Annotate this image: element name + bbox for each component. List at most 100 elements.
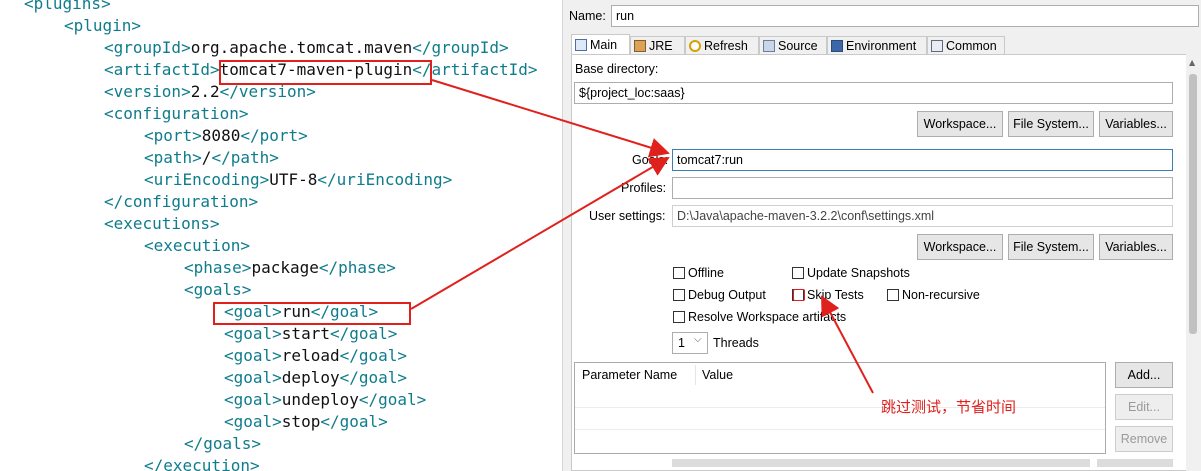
parameters-table[interactable]: Parameter Name Value bbox=[574, 362, 1106, 454]
tab-source[interactable]: Source bbox=[759, 36, 827, 54]
debug-output-checkbox[interactable] bbox=[673, 289, 685, 301]
xml-open-tag: <goals> bbox=[184, 280, 252, 299]
skip-tests-highlight-box bbox=[793, 289, 805, 301]
scrollbar-thumb[interactable] bbox=[1189, 74, 1197, 334]
xml-close-tag: </phase> bbox=[318, 258, 396, 277]
chevron-down-icon: ⌵ bbox=[694, 334, 702, 345]
base-directory-input[interactable]: ${project_loc:saas} bbox=[574, 82, 1173, 104]
code-line: </execution> bbox=[144, 455, 260, 471]
add-parameter-button[interactable]: Add... bbox=[1115, 362, 1173, 388]
code-line: <goals> bbox=[184, 279, 251, 301]
code-line: <execution> bbox=[144, 235, 250, 257]
tab-environment[interactable]: Environment bbox=[827, 36, 927, 54]
horizontal-scrollbar-right[interactable] bbox=[1097, 459, 1173, 467]
xml-text: org.apache.tomcat.maven bbox=[190, 38, 413, 57]
base-dir-variables-button[interactable]: Variables... bbox=[1099, 111, 1173, 137]
code-line: <executions> bbox=[104, 213, 220, 235]
xml-open-tag: <uriEncoding> bbox=[144, 170, 270, 189]
debug-output-label: Debug Output bbox=[688, 288, 766, 302]
jre-icon bbox=[634, 39, 646, 52]
tab-jre[interactable]: JRE bbox=[630, 36, 685, 54]
tab-label: Refresh bbox=[704, 38, 748, 53]
code-line: <goal>undeploy</goal> bbox=[224, 389, 426, 411]
xml-text: deploy bbox=[281, 368, 340, 387]
tab-label: JRE bbox=[649, 38, 673, 53]
table-row-divider bbox=[575, 407, 1105, 408]
xml-open-tag: <port> bbox=[144, 126, 202, 145]
tab-main[interactable]: Main bbox=[571, 34, 630, 55]
profiles-input[interactable] bbox=[672, 177, 1173, 199]
xml-open-tag: <goal> bbox=[224, 346, 282, 365]
edit-parameter-button[interactable]: Edit... bbox=[1115, 394, 1173, 420]
annotation-note: 跳过测试，节省时间 bbox=[881, 398, 1017, 416]
offline-checkbox[interactable] bbox=[673, 267, 685, 279]
artifactid-highlight-box bbox=[219, 60, 432, 85]
column-header-parameter-name[interactable]: Parameter Name bbox=[582, 363, 677, 387]
user-settings-input[interactable]: D:\Java\apache-maven-3.2.2\conf\settings… bbox=[672, 205, 1173, 227]
horizontal-scrollbar[interactable] bbox=[672, 459, 1090, 467]
remove-parameter-button[interactable]: Remove bbox=[1115, 426, 1173, 452]
code-line: <phase>package</phase> bbox=[184, 257, 396, 279]
name-label: Name: bbox=[569, 9, 606, 23]
environment-icon bbox=[831, 39, 843, 52]
source-icon bbox=[763, 39, 775, 52]
xml-open-tag: <goal> bbox=[224, 368, 282, 387]
code-line: </goals> bbox=[184, 433, 261, 455]
tab-label: Source bbox=[778, 38, 818, 53]
xml-open-tag: <artifactId> bbox=[104, 60, 220, 79]
threads-label: Threads bbox=[713, 336, 759, 350]
xml-close-tag: </goal> bbox=[329, 324, 398, 343]
xml-close-tag: </uriEncoding> bbox=[317, 170, 453, 189]
xml-open-tag: <plugins> bbox=[24, 0, 111, 13]
name-input[interactable]: run bbox=[611, 5, 1199, 27]
vertical-scrollbar[interactable]: ▲ bbox=[1186, 54, 1200, 471]
threads-value: 1 bbox=[678, 336, 685, 350]
tab-label: Common bbox=[946, 38, 997, 53]
skip-tests-label: Skip Tests bbox=[807, 288, 864, 302]
settings-workspace-button[interactable]: Workspace... bbox=[917, 234, 1003, 260]
xml-open-tag: <goal> bbox=[224, 390, 282, 409]
settings-variables-button[interactable]: Variables... bbox=[1099, 234, 1173, 260]
base-dir-workspace-button[interactable]: Workspace... bbox=[917, 111, 1003, 137]
base-dir-filesystem-button[interactable]: File System... bbox=[1008, 111, 1094, 137]
xml-text: reload bbox=[281, 346, 340, 365]
xml-text: undeploy bbox=[281, 390, 359, 409]
tab-common[interactable]: Common bbox=[927, 36, 1005, 54]
code-line: <plugin> bbox=[64, 15, 141, 37]
goal-run-highlight-box bbox=[213, 302, 411, 325]
tab-refresh[interactable]: Refresh bbox=[685, 36, 759, 54]
code-line: <groupId>org.apache.tomcat.maven</groupI… bbox=[104, 37, 509, 59]
tab-label: Environment bbox=[846, 38, 917, 53]
xml-open-tag: <groupId> bbox=[104, 38, 191, 57]
profiles-label: Profiles: bbox=[621, 181, 667, 195]
code-line: <goal>deploy</goal> bbox=[224, 367, 407, 389]
scroll-up-arrow-icon[interactable]: ▲ bbox=[1189, 58, 1195, 67]
goals-label: Goals: bbox=[632, 153, 669, 167]
main-tab-icon bbox=[575, 39, 587, 51]
xml-text: start bbox=[281, 324, 330, 343]
xml-open-tag: <phase> bbox=[184, 258, 252, 277]
code-line: <port>8080</port> bbox=[144, 125, 308, 147]
resolve-workspace-label: Resolve Workspace artifacts bbox=[688, 310, 847, 324]
goals-input[interactable]: tomcat7:run bbox=[672, 149, 1173, 171]
xml-text: stop bbox=[281, 412, 321, 431]
xml-open-tag: <plugin> bbox=[64, 16, 142, 35]
xml-close-tag: </groupId> bbox=[412, 38, 509, 57]
settings-filesystem-button[interactable]: File System... bbox=[1008, 234, 1094, 260]
xml-text: 8080 bbox=[201, 126, 241, 145]
column-header-value[interactable]: Value bbox=[702, 363, 733, 387]
update-snapshots-checkbox[interactable] bbox=[792, 267, 804, 279]
code-line: <goal>stop</goal> bbox=[224, 411, 388, 433]
xml-open-tag: </goals> bbox=[184, 434, 262, 453]
xml-open-tag: <executions> bbox=[104, 214, 220, 233]
non-recursive-checkbox[interactable] bbox=[887, 289, 899, 301]
offline-label: Offline bbox=[688, 266, 724, 280]
resolve-workspace-checkbox[interactable] bbox=[673, 311, 685, 323]
code-line: <goal>reload</goal> bbox=[224, 345, 407, 367]
column-divider bbox=[695, 365, 696, 385]
xml-close-tag: </port> bbox=[240, 126, 308, 145]
xml-close-tag: </path> bbox=[211, 148, 279, 167]
tab-label: Main bbox=[590, 38, 618, 52]
threads-select[interactable]: 1 ⌵ bbox=[672, 332, 708, 354]
xml-open-tag: </configuration> bbox=[104, 192, 259, 211]
